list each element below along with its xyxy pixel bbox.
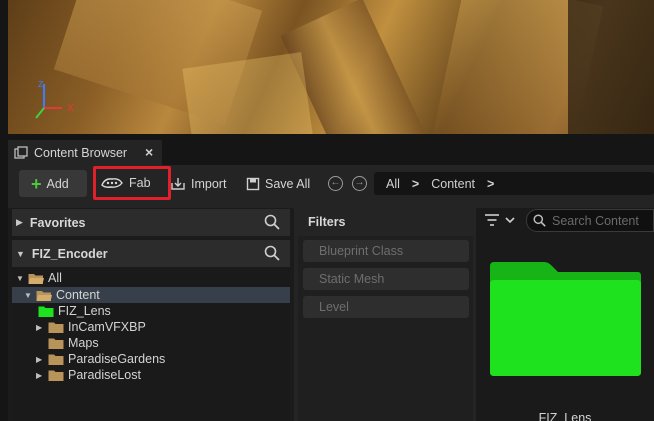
tab-title: Content Browser — [34, 145, 128, 160]
plus-icon: + — [31, 173, 42, 194]
breadcrumb-item-content[interactable]: Content — [431, 177, 475, 191]
search-icon — [533, 214, 546, 227]
folder-icon — [48, 338, 64, 349]
tree-item-paradisegardens[interactable]: ▶ ParadiseGardens — [36, 351, 165, 367]
fab-button[interactable]: Fab — [93, 166, 171, 200]
breadcrumb-item-all[interactable]: All — [386, 177, 400, 191]
project-header[interactable]: ▼ FIZ_Encoder — [12, 240, 290, 267]
project-label: FIZ_Encoder — [31, 246, 108, 261]
add-label: Add — [46, 176, 69, 191]
tree-item-label: ParadiseLost — [68, 368, 141, 382]
filter-icon — [485, 214, 499, 226]
content-browser-icon — [14, 145, 28, 159]
viewport-geometry — [568, 0, 654, 134]
chevron-right-icon: ▶ — [36, 354, 43, 364]
fab-icon — [101, 178, 123, 188]
breadcrumb-separator[interactable]: > — [487, 177, 494, 191]
tree-item-maps[interactable]: Maps — [36, 335, 99, 351]
filter-static-mesh[interactable]: Static Mesh — [303, 268, 469, 290]
filters-title: Filters — [298, 208, 473, 236]
breadcrumb-separator[interactable]: > — [412, 177, 419, 191]
tree-item-label: InCamVFXBP — [68, 320, 146, 334]
add-button[interactable]: + Add — [19, 170, 87, 197]
back-button[interactable]: ← — [328, 176, 343, 191]
import-button[interactable]: Import — [170, 172, 226, 196]
tree-item-label: ParadiseGardens — [68, 352, 166, 366]
folder-icon — [48, 322, 64, 333]
folder-icon — [48, 354, 64, 365]
chevron-right-icon: ▶ — [36, 322, 43, 332]
breadcrumb: All > Content > — [374, 172, 654, 195]
fab-label: Fab — [129, 176, 151, 190]
search-content-box — [526, 209, 654, 232]
chevron-down-icon: ▼ — [16, 273, 24, 283]
tree-item-paradiselost[interactable]: ▶ ParadiseLost — [36, 367, 141, 383]
import-label: Import — [191, 177, 227, 191]
chevron-down-icon: ▼ — [16, 248, 25, 259]
tree-item-label: All — [48, 271, 62, 285]
folder-open-icon — [36, 290, 52, 301]
filter-level[interactable]: Level — [303, 296, 469, 318]
tab-content-browser[interactable]: Content Browser × — [8, 140, 162, 165]
folder-open-icon — [28, 273, 44, 284]
favorites-header[interactable]: ▶ Favorites — [12, 209, 290, 236]
level-viewport[interactable]: Z X — [8, 0, 654, 134]
asset-tile-fiz-lens[interactable] — [488, 260, 642, 378]
chevron-down-icon — [505, 217, 515, 224]
favorites-label: Favorites — [29, 215, 86, 230]
axis-gizmo-icon: Z X — [35, 80, 74, 119]
import-icon — [171, 178, 185, 190]
filter-blueprint-class[interactable]: Blueprint Class — [303, 240, 469, 262]
svg-text:Z: Z — [38, 80, 44, 89]
save-all-button[interactable]: Save All — [246, 172, 310, 196]
tree-item-all[interactable]: ▼ All — [16, 270, 62, 286]
asset-tile-label: FIZ_Lens — [538, 411, 592, 421]
folder-icon — [48, 370, 64, 381]
chevron-right-icon: ▶ — [36, 370, 43, 380]
search-content-input[interactable] — [552, 213, 652, 228]
chevron-right-icon: ▶ — [16, 217, 23, 227]
folder-icon — [38, 306, 54, 317]
tree-item-incamvfxbp[interactable]: ▶ InCamVFXBP — [36, 319, 146, 335]
tree-item-label: Content — [56, 288, 100, 302]
save-icon — [246, 177, 260, 191]
search-icon[interactable] — [264, 245, 280, 261]
forward-button[interactable]: → — [352, 176, 367, 191]
tree-item-content[interactable]: ▼ Content — [12, 287, 290, 303]
tree-item-label: FIZ_Lens — [58, 304, 111, 318]
search-icon[interactable] — [264, 214, 280, 230]
close-icon[interactable]: × — [145, 144, 153, 160]
save-all-label: Save All — [265, 177, 311, 191]
chevron-down-icon: ▼ — [24, 290, 32, 300]
tree-item-label: Maps — [68, 336, 99, 350]
axis-x-label: X — [67, 103, 74, 114]
tree-item-fiz-lens[interactable]: FIZ_Lens — [38, 303, 111, 319]
filter-dropdown-button[interactable] — [484, 213, 516, 227]
